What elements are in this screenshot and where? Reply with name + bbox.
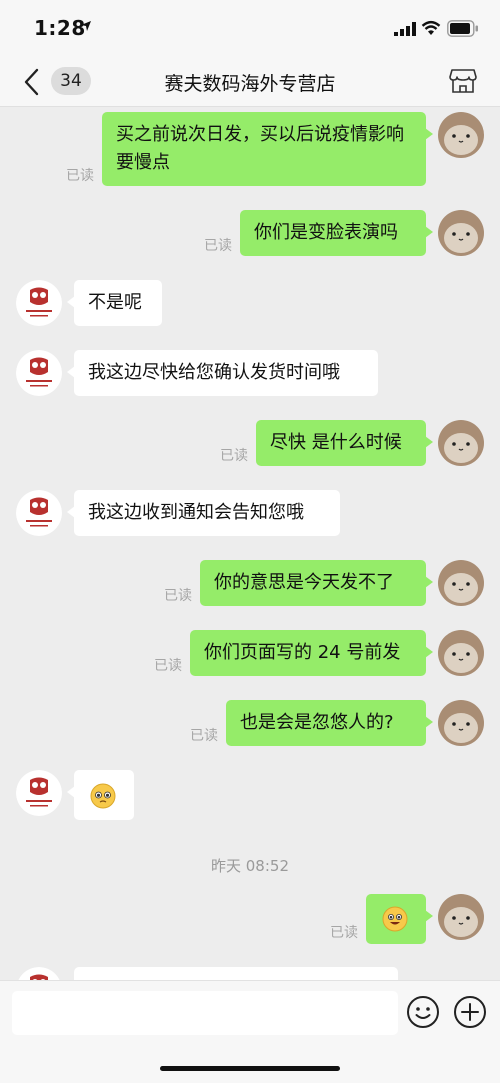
battery-icon bbox=[447, 20, 478, 37]
message-bubble-received[interactable]: 我这边收到通知会告知您哦 bbox=[67, 490, 340, 536]
status-time: 1:28 bbox=[34, 16, 86, 40]
cat-avatar-icon bbox=[438, 112, 484, 158]
cat-avatar-icon bbox=[438, 210, 484, 256]
store-icon[interactable] bbox=[449, 68, 477, 94]
message-bubble-sent[interactable] bbox=[366, 894, 433, 944]
emoji-icon[interactable] bbox=[405, 994, 441, 1030]
user-avatar[interactable] bbox=[438, 700, 484, 746]
shop-logo-icon bbox=[18, 967, 60, 980]
home-indicator[interactable] bbox=[160, 1066, 340, 1071]
shop-logo-icon bbox=[16, 280, 62, 326]
read-receipt: 已读 bbox=[330, 925, 358, 941]
read-receipt: 已读 bbox=[190, 728, 218, 744]
read-receipt: 已读 bbox=[154, 658, 182, 674]
message-bubble-sent[interactable]: 买之前说次日发，买以后说疫情影响要慢点 bbox=[102, 112, 433, 186]
message-bubble-sent[interactable]: 你们是变脸表演吗 bbox=[240, 210, 433, 256]
user-avatar[interactable] bbox=[438, 894, 484, 940]
cellular-signal-icon bbox=[394, 22, 416, 36]
shop-logo-icon bbox=[16, 350, 62, 396]
cat-avatar-icon bbox=[438, 630, 484, 676]
user-avatar[interactable] bbox=[438, 420, 484, 466]
cat-avatar-icon bbox=[438, 894, 484, 940]
shop-avatar[interactable] bbox=[16, 350, 62, 396]
cat-avatar-icon bbox=[438, 700, 484, 746]
message-bubble-received[interactable]: 我这边尽快给您确认发货时间哦 bbox=[67, 350, 378, 396]
timestamp-divider: 昨天 08:52 bbox=[211, 857, 289, 875]
grinning-face-emoji-icon bbox=[382, 906, 408, 932]
cat-avatar-icon bbox=[438, 420, 484, 466]
unread-count-badge[interactable]: 34 bbox=[51, 67, 91, 95]
shop-avatar[interactable] bbox=[16, 490, 62, 536]
user-avatar[interactable] bbox=[438, 112, 484, 158]
shop-avatar[interactable] bbox=[16, 967, 62, 980]
nav-bar: 34 赛夫数码海外专营店 bbox=[0, 58, 500, 107]
shop-avatar[interactable] bbox=[16, 770, 62, 816]
message-bubble-sent[interactable]: 你的意思是今天发不了 bbox=[200, 560, 433, 606]
shop-avatar[interactable] bbox=[16, 280, 62, 326]
cat-avatar-icon bbox=[438, 560, 484, 606]
user-avatar[interactable] bbox=[438, 210, 484, 256]
read-receipt: 已读 bbox=[204, 238, 232, 254]
shop-logo-icon bbox=[16, 490, 62, 536]
message-bubble-sent[interactable]: 尽快 是什么时候 bbox=[256, 420, 433, 466]
chat-title: 赛夫数码海外专营店 bbox=[164, 73, 336, 95]
message-bubble-received[interactable] bbox=[67, 770, 134, 820]
message-bubble-sent[interactable]: 也是会是忽悠人的? bbox=[226, 700, 433, 746]
status-bar: 1:28 bbox=[0, 0, 500, 58]
message-bubble-received[interactable] bbox=[74, 967, 398, 980]
message-input[interactable] bbox=[12, 991, 398, 1035]
plus-icon[interactable] bbox=[452, 994, 488, 1030]
message-bubble-sent[interactable]: 你们页面写的 24 号前发 bbox=[190, 630, 433, 676]
message-list[interactable]: 已读 买之前说次日发，买以后说疫情影响要慢点 已读 你们是变脸表演吗 不是呢 我… bbox=[0, 107, 500, 980]
back-chevron-icon[interactable] bbox=[22, 66, 42, 98]
user-avatar[interactable] bbox=[438, 560, 484, 606]
message-bubble-received[interactable]: 不是呢 bbox=[67, 280, 162, 326]
pleading-face-emoji-icon bbox=[90, 783, 116, 809]
wifi-icon bbox=[421, 20, 441, 35]
shop-logo-icon bbox=[16, 770, 62, 816]
read-receipt: 已读 bbox=[66, 168, 94, 184]
read-receipt: 已读 bbox=[164, 588, 192, 604]
location-arrow-icon bbox=[81, 21, 91, 31]
read-receipt: 已读 bbox=[220, 448, 248, 464]
user-avatar[interactable] bbox=[438, 630, 484, 676]
